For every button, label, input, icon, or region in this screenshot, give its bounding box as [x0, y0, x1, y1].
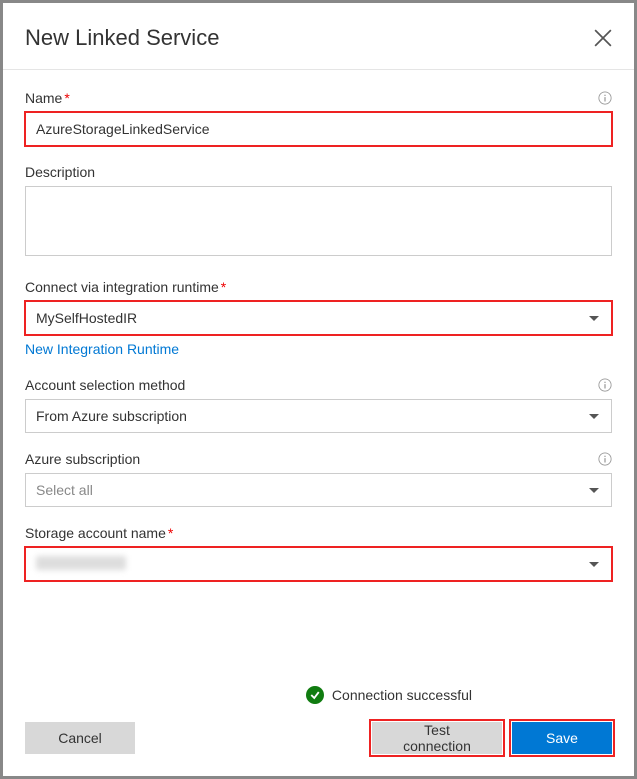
account-method-label: Account selection method — [25, 377, 185, 393]
storage-account-label: Storage account name* — [25, 525, 173, 541]
panel-header: New Linked Service — [3, 3, 634, 70]
save-button[interactable]: Save — [512, 722, 612, 754]
caret-down-icon — [589, 316, 599, 321]
success-check-icon — [306, 686, 324, 704]
runtime-value: MySelfHostedIR — [36, 310, 589, 326]
name-input[interactable] — [25, 112, 612, 146]
runtime-select[interactable]: MySelfHostedIR — [25, 301, 612, 335]
runtime-label: Connect via integration runtime* — [25, 279, 226, 295]
runtime-field: Connect via integration runtime* MySelfH… — [25, 279, 612, 359]
description-label: Description — [25, 164, 95, 180]
account-method-select[interactable]: From Azure subscription — [25, 399, 612, 433]
new-runtime-link[interactable]: New Integration Runtime — [25, 341, 179, 357]
subscription-select[interactable]: Select all — [25, 473, 612, 507]
storage-account-field: Storage account name* — [25, 525, 612, 581]
status-message: Connection successful — [332, 687, 472, 703]
info-icon[interactable] — [598, 452, 612, 466]
name-label: Name* — [25, 90, 70, 106]
caret-down-icon — [589, 488, 599, 493]
account-method-field: Account selection method From Azure subs… — [25, 377, 612, 433]
panel-title: New Linked Service — [25, 25, 219, 51]
subscription-field: Azure subscription Select all — [25, 451, 612, 507]
storage-account-select[interactable] — [25, 547, 612, 581]
subscription-label: Azure subscription — [25, 451, 140, 467]
caret-down-icon — [589, 562, 599, 567]
caret-down-icon — [589, 414, 599, 419]
new-linked-service-panel: New Linked Service Name* Description — [3, 3, 634, 776]
description-field: Description — [25, 164, 612, 261]
info-icon[interactable] — [598, 91, 612, 105]
connection-status: Connection successful — [25, 686, 612, 704]
button-row: Cancel Test connection Save — [25, 722, 612, 754]
account-method-value: From Azure subscription — [36, 408, 589, 424]
cancel-button[interactable]: Cancel — [25, 722, 135, 754]
test-connection-button[interactable]: Test connection — [372, 722, 502, 754]
storage-account-value — [36, 556, 589, 573]
name-field: Name* — [25, 90, 612, 146]
panel-footer: Connection successful Cancel Test connec… — [3, 670, 634, 776]
subscription-value: Select all — [36, 482, 589, 498]
close-icon[interactable] — [594, 29, 612, 47]
info-icon[interactable] — [598, 378, 612, 392]
description-input[interactable] — [25, 186, 612, 256]
